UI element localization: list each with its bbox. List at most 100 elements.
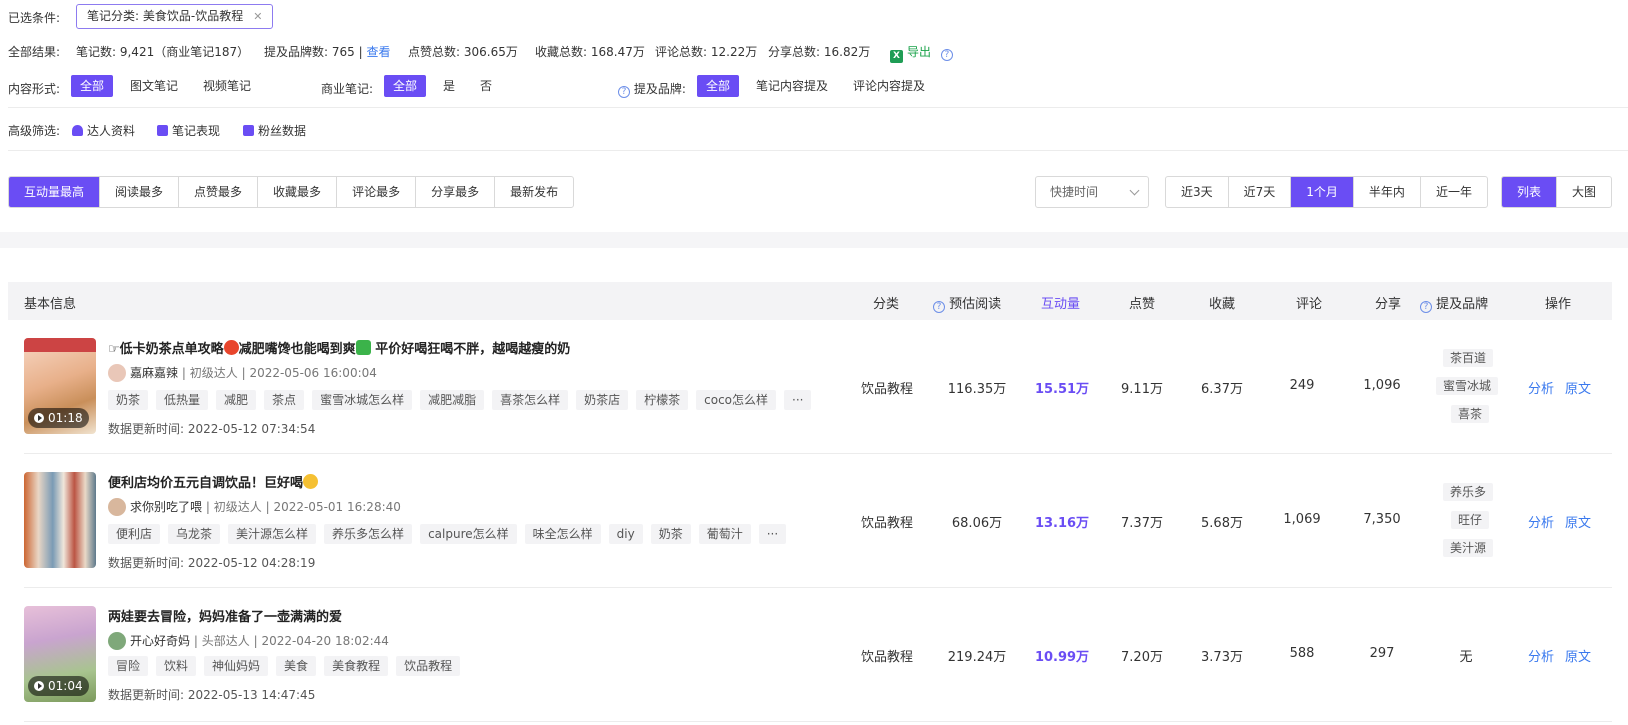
brand-tag[interactable]: 蜜雪冰城 [1436, 377, 1499, 395]
tag[interactable]: calpure怎么样 [420, 524, 517, 544]
avatar[interactable] [108, 632, 126, 650]
more-tags-button[interactable]: ··· [758, 524, 787, 544]
note-title[interactable]: ☞低卡奶茶点单攻略 减肥嘴馋也能喝到爽 平价好喝狂喝不胖，越喝越瘦的奶 [108, 338, 570, 357]
note-thumbnail[interactable]: 01:18 [24, 338, 96, 434]
tag[interactable]: 美汁源怎么样 [228, 524, 317, 544]
sort-tab-likes[interactable]: 点赞最多 [179, 177, 259, 207]
note-date: 2022-05-01 16:28:40 [273, 500, 401, 514]
analyze-link[interactable]: 分析 [1528, 512, 1554, 531]
original-link[interactable]: 原文 [1565, 646, 1591, 665]
quick-time-select[interactable]: 快捷时间 [1035, 176, 1149, 208]
tag[interactable]: 奶茶店 [576, 390, 629, 410]
brand-tag[interactable]: 美汁源 [1443, 539, 1494, 557]
brand-mention-comment[interactable]: 评论内容提及 [853, 75, 925, 97]
view-brands-link[interactable]: 查看 [366, 45, 390, 59]
tag[interactable]: diy [608, 524, 643, 544]
advanced-creator[interactable]: 达人资料 [72, 122, 135, 139]
time-tab-7d[interactable]: 近7天 [1229, 177, 1292, 207]
advanced-fans[interactable]: 粉丝数据 [243, 122, 306, 139]
help-icon[interactable]: ? [1420, 301, 1432, 313]
help-icon[interactable]: ? [618, 86, 630, 98]
selected-chip[interactable]: 笔记分类: 美食饮品-饮品教程 ✕ [76, 4, 274, 29]
business-all[interactable]: 全部 [384, 75, 427, 97]
brand-mention-all[interactable]: 全部 [697, 75, 740, 97]
tag[interactable]: 奶茶 [108, 390, 149, 410]
sort-tab-latest[interactable]: 最新发布 [495, 177, 573, 207]
sort-tab-interaction[interactable]: 互动量最高 [9, 177, 101, 207]
note-author: 开心好奇妈 | 头部达人 | 2022-04-20 18:02:44 [108, 632, 389, 650]
avatar[interactable] [108, 498, 126, 516]
tag[interactable]: 冒险 [108, 656, 149, 676]
note-thumbnail[interactable]: 01:04 [24, 606, 96, 702]
view-tab-grid[interactable]: 大图 [1557, 177, 1611, 207]
tag[interactable]: 美食教程 [324, 656, 389, 676]
advanced-performance[interactable]: 笔记表现 [157, 122, 220, 139]
time-tab-3d[interactable]: 近3天 [1166, 177, 1229, 207]
original-link[interactable]: 原文 [1565, 512, 1591, 531]
export-label: 导出 [907, 45, 932, 59]
note-title[interactable]: 便利店均价五元自调饮品！巨好喝 [108, 472, 319, 491]
tag[interactable]: 养乐多怎么样 [324, 524, 413, 544]
note-thumbnail[interactable] [24, 472, 96, 568]
original-link[interactable]: 原文 [1565, 378, 1591, 397]
brand-tag[interactable]: 旺仔 [1451, 511, 1490, 529]
tag[interactable]: 饮品教程 [396, 656, 461, 676]
tag[interactable]: 柠檬茶 [636, 390, 689, 410]
tag[interactable]: 蜜雪冰城怎么样 [312, 390, 413, 410]
brand-tag[interactable]: 养乐多 [1443, 483, 1494, 501]
tag[interactable]: 奶茶 [650, 524, 691, 544]
col-interaction[interactable]: 互动量 [1041, 293, 1080, 312]
avatar[interactable] [108, 364, 126, 382]
note-title[interactable]: 两娃要去冒险，妈妈准备了一壶满满的爱 [108, 606, 342, 625]
tag[interactable]: 喜茶怎么样 [492, 390, 569, 410]
business-no[interactable]: 否 [480, 75, 492, 97]
col-reads[interactable]: ? 预估阅读 [933, 293, 1001, 313]
tag[interactable]: 便利店 [108, 524, 161, 544]
export-button[interactable]: X 导出 ? [890, 43, 953, 63]
help-icon[interactable]: ? [940, 49, 953, 61]
content-type-image[interactable]: 图文笔记 [130, 75, 178, 97]
tag[interactable]: 低热量 [156, 390, 209, 410]
author-name[interactable]: 嘉麻嘉辣 [130, 366, 178, 380]
brand-tag[interactable]: 茶百道 [1443, 349, 1494, 367]
time-tab-1m[interactable]: 1个月 [1291, 177, 1354, 207]
time-tab-6m[interactable]: 半年内 [1354, 177, 1421, 207]
tag[interactable]: 减肥减脂 [420, 390, 485, 410]
col-reads-label: 预估阅读 [949, 297, 1002, 312]
tag[interactable]: 乌龙茶 [168, 524, 221, 544]
tag[interactable]: 茶点 [264, 390, 305, 410]
tag[interactable]: 神仙妈妈 [204, 656, 269, 676]
col-category: 分类 [873, 297, 900, 312]
col-collects[interactable]: 收藏 [1209, 293, 1235, 312]
view-tab-list[interactable]: 列表 [1502, 177, 1558, 207]
tag[interactable]: 美食 [276, 656, 317, 676]
business-yes[interactable]: 是 [443, 75, 455, 97]
more-tags-button[interactable]: ··· [784, 390, 812, 410]
summary-comments: 评论总数: 12.22万 [655, 45, 758, 59]
col-comments[interactable]: 评论 [1296, 293, 1322, 312]
close-icon[interactable]: ✕ [253, 10, 262, 23]
tag[interactable]: 味全怎么样 [524, 524, 601, 544]
content-type-all[interactable]: 全部 [71, 75, 114, 97]
tag[interactable]: coco怎么样 [696, 390, 777, 410]
sort-tab-shares[interactable]: 分享最多 [416, 177, 496, 207]
cell-likes: 9.11万 [1121, 382, 1163, 397]
col-shares[interactable]: 分享 [1375, 293, 1401, 312]
summary-collects: 收藏总数: 168.47万 [535, 45, 645, 59]
author-name[interactable]: 求你别吃了喂 [130, 500, 202, 514]
content-type-video[interactable]: 视频笔记 [203, 75, 251, 97]
col-likes[interactable]: 点赞 [1129, 293, 1155, 312]
analyze-link[interactable]: 分析 [1528, 378, 1554, 397]
brand-tag[interactable]: 喜茶 [1451, 405, 1490, 423]
help-icon[interactable]: ? [933, 301, 945, 313]
sort-tab-reads[interactable]: 阅读最多 [100, 177, 180, 207]
brand-mention-note[interactable]: 笔记内容提及 [756, 75, 828, 97]
tag[interactable]: 葡萄汁 [698, 524, 751, 544]
sort-tab-collects[interactable]: 收藏最多 [258, 177, 338, 207]
analyze-link[interactable]: 分析 [1528, 646, 1554, 665]
tag[interactable]: 减肥 [216, 390, 257, 410]
tag[interactable]: 饮料 [156, 656, 197, 676]
time-tab-1y[interactable]: 近一年 [1421, 177, 1487, 207]
author-name[interactable]: 开心好奇妈 [130, 634, 190, 648]
sort-tab-comments[interactable]: 评论最多 [337, 177, 417, 207]
